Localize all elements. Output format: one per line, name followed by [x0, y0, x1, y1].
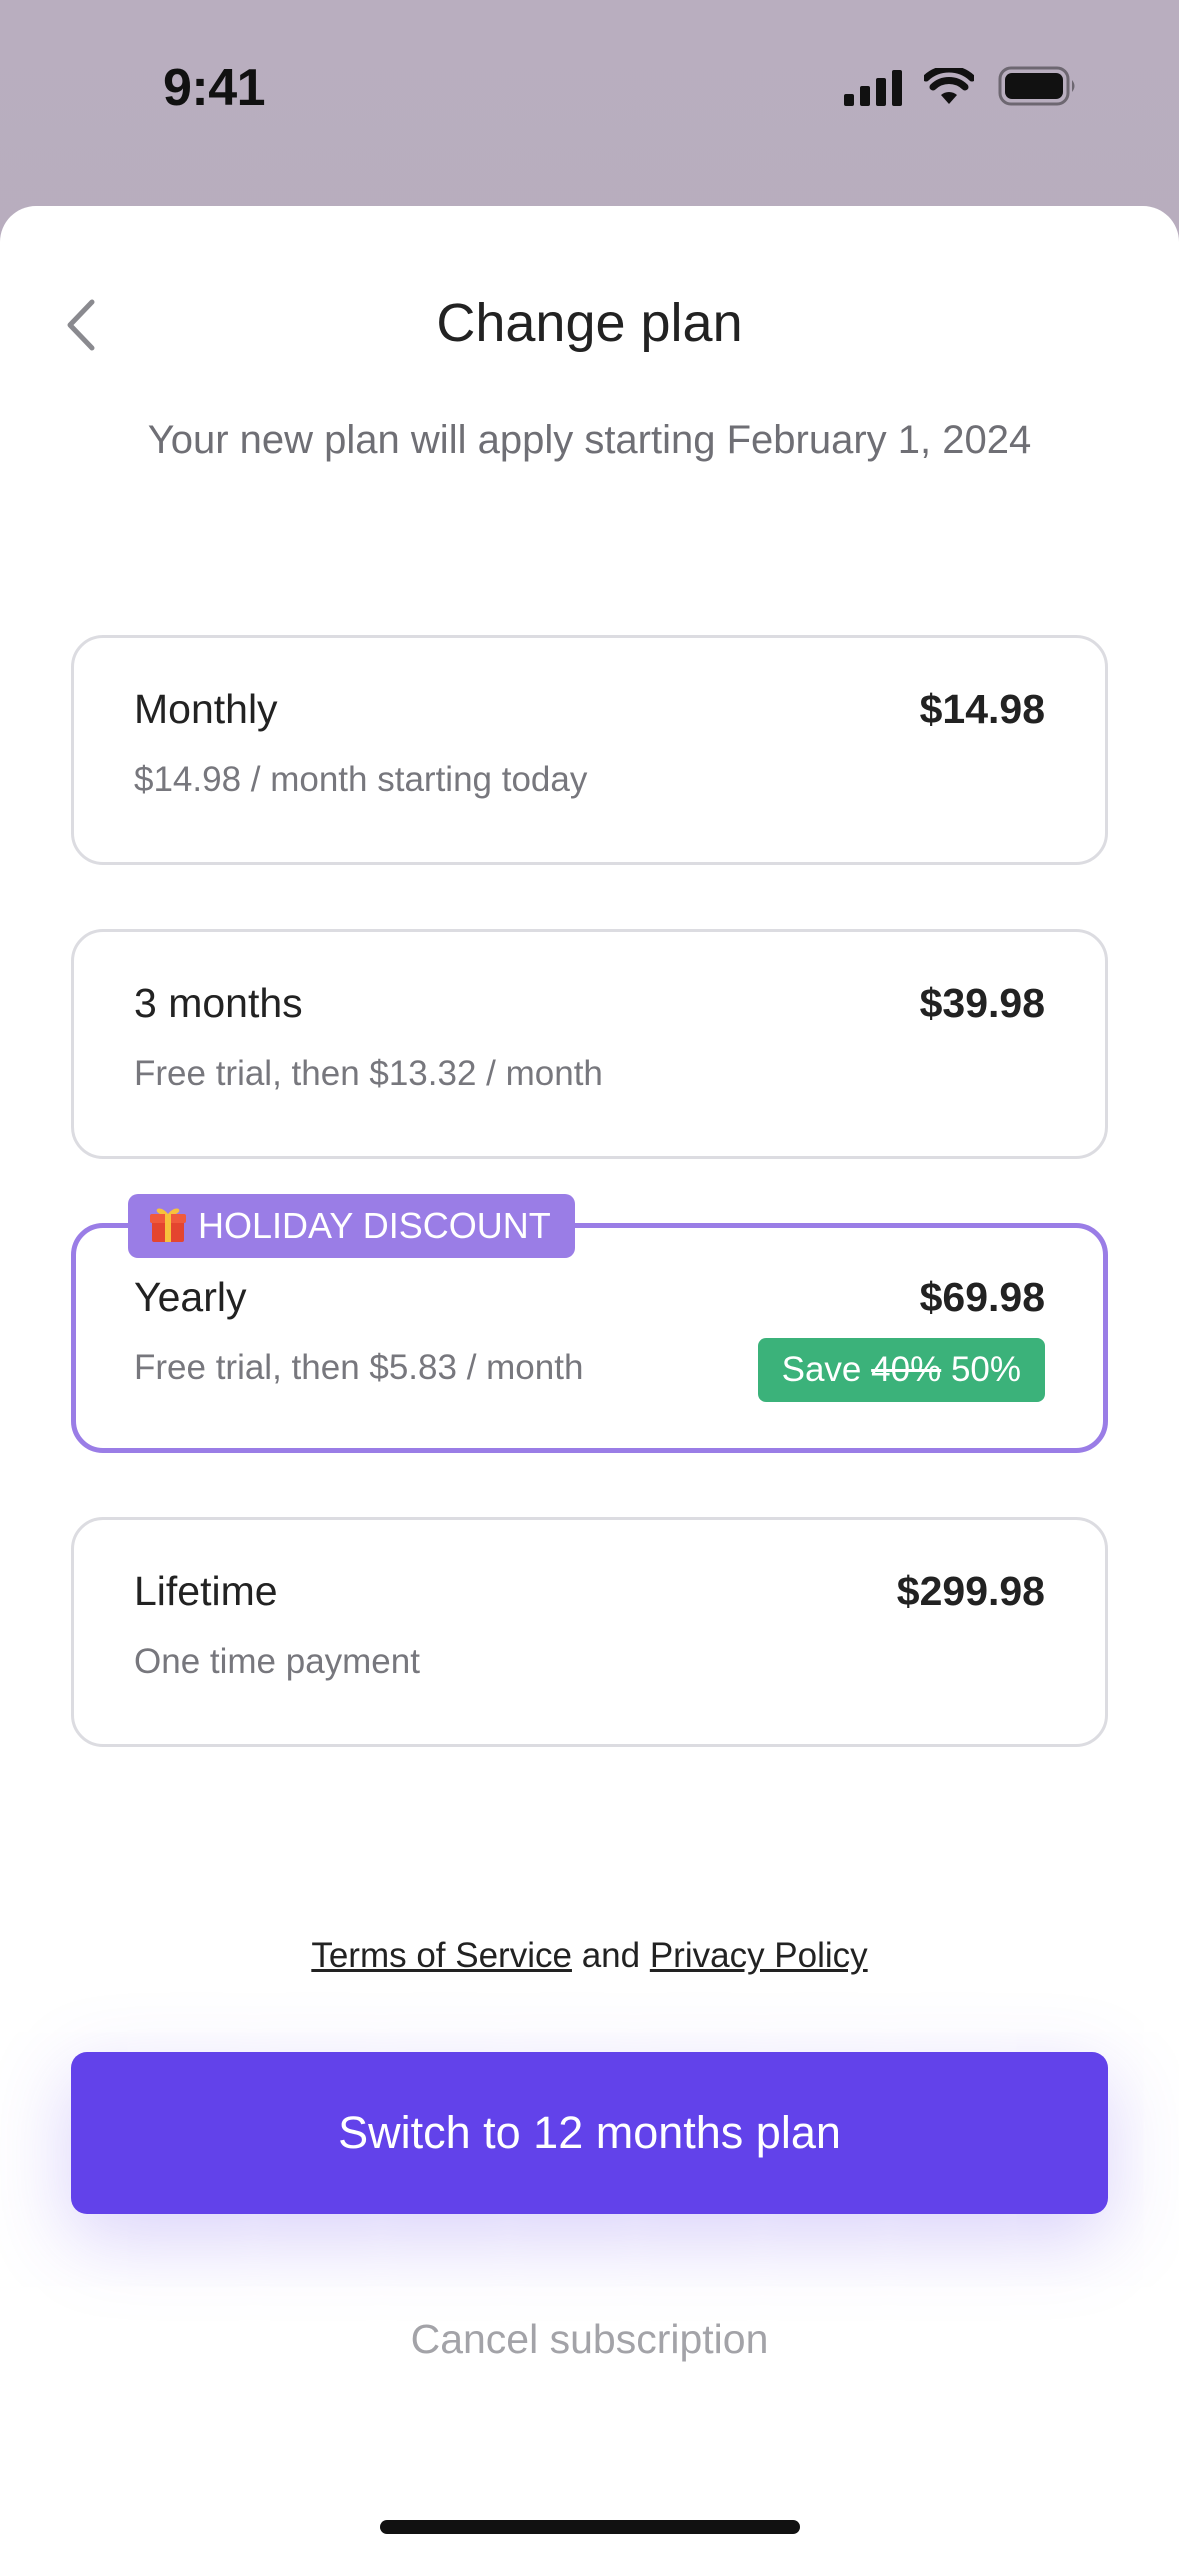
- plan-description: Free trial, then $5.83 / month: [134, 1348, 584, 1387]
- privacy-policy-link[interactable]: Privacy Policy: [650, 1936, 868, 1975]
- plan-name: Monthly: [134, 686, 278, 732]
- plan-price: $39.98: [919, 980, 1045, 1026]
- plan-name: 3 months: [134, 980, 303, 1026]
- change-plan-sheet: Change plan Your new plan will apply sta…: [0, 206, 1179, 2556]
- legal-links: Terms of Service and Privacy Policy: [0, 1936, 1179, 1976]
- plan-card-monthly[interactable]: Monthly $14.98 $14.98 / month starting t…: [71, 635, 1108, 865]
- save-old-value: 40%: [871, 1350, 942, 1389]
- plan-price: $69.98: [919, 1274, 1045, 1320]
- plan-card-3-months[interactable]: 3 months $39.98 Free trial, then $13.32 …: [71, 929, 1108, 1159]
- plan-card-yearly[interactable]: HOLIDAY DISCOUNT Yearly $69.98 Free tria…: [71, 1194, 1108, 1453]
- holiday-discount-label: HOLIDAY DISCOUNT: [198, 1205, 551, 1246]
- cellular-signal-icon: [844, 70, 902, 106]
- plan-name: Yearly: [134, 1274, 247, 1320]
- save-new-value: 50%: [950, 1350, 1021, 1389]
- terms-of-service-link[interactable]: Terms of Service: [311, 1936, 572, 1975]
- status-time: 9:41: [163, 59, 266, 117]
- home-indicator: [380, 2520, 800, 2534]
- legal-conjunction: and: [581, 1936, 641, 1975]
- plan-name: Lifetime: [134, 1568, 278, 1614]
- save-prefix: Save: [781, 1350, 862, 1389]
- page-title: Change plan: [436, 293, 743, 353]
- plan-description: $14.98 / month starting today: [134, 760, 588, 799]
- save-badge: Save 40% 50%: [757, 1338, 1045, 1402]
- plan-price: $14.98: [919, 686, 1045, 732]
- plan-price: $299.98: [896, 1568, 1045, 1614]
- wifi-icon: [924, 68, 974, 104]
- plan-description: Free trial, then $13.32 / month: [134, 1054, 603, 1093]
- gift-icon: [150, 1208, 186, 1242]
- status-bar: 9:41: [0, 0, 1179, 200]
- page-subtitle: Your new plan will apply starting Februa…: [147, 418, 1032, 462]
- holiday-discount-badge: HOLIDAY DISCOUNT: [128, 1194, 575, 1258]
- switch-plan-button[interactable]: Switch to 12 months plan: [71, 2052, 1108, 2214]
- battery-icon: [998, 66, 1075, 106]
- plan-description: One time payment: [134, 1642, 420, 1681]
- plan-card-lifetime[interactable]: Lifetime $299.98 One time payment: [71, 1517, 1108, 1747]
- cancel-subscription-link[interactable]: Cancel subscription: [0, 2316, 1179, 2363]
